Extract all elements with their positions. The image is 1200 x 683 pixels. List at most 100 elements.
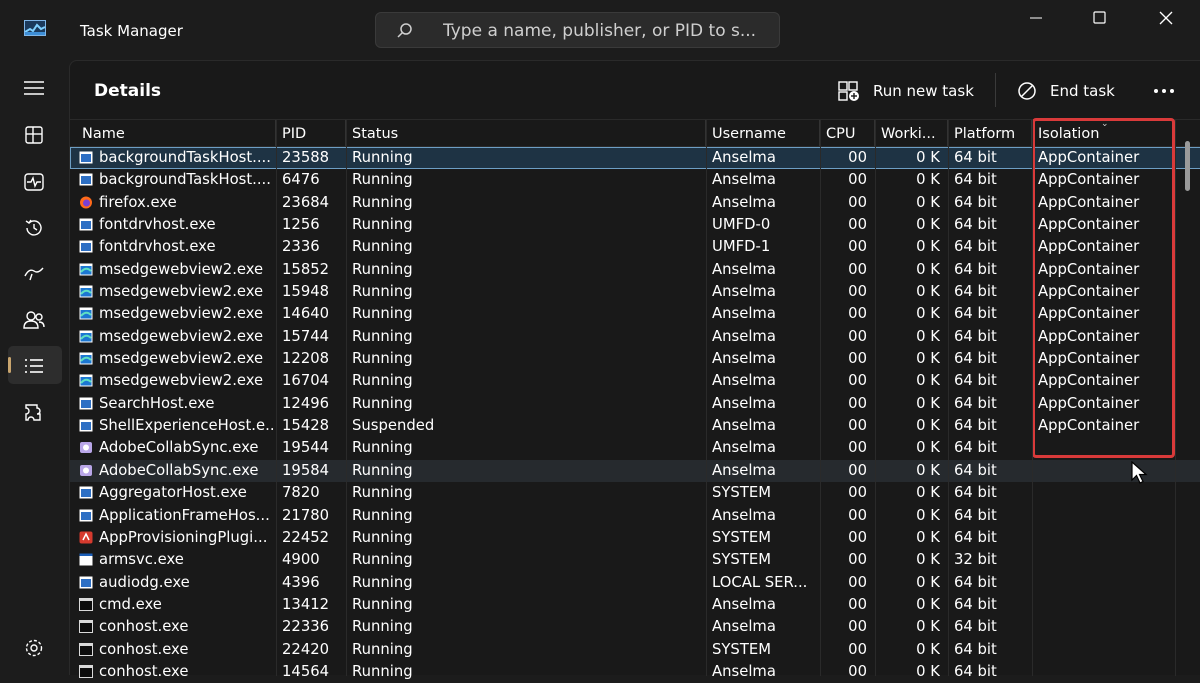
cell-mem: 0 K: [916, 260, 940, 278]
table-row[interactable]: backgroundTaskHost.... 23588 Running Anselm…: [70, 147, 1200, 170]
cell-platform: 64 bit: [954, 305, 997, 323]
cell-platform: 64 bit: [954, 573, 997, 591]
table-row[interactable]: msedgewebview2.exe 15852 Running Anselma 00 0…: [70, 259, 1200, 281]
nav-services[interactable]: [8, 393, 62, 431]
table-row[interactable]: AggregatorHost.exe 7820 Running SYSTEM 00 0 K…: [70, 482, 1200, 504]
cell-mem: 0 K: [916, 283, 940, 301]
table-row[interactable]: firefox.exe 23684 Running Anselma 00 0 K 64 bi…: [70, 192, 1200, 214]
cell-name: audiodg.exe: [99, 573, 190, 591]
search-input[interactable]: [441, 19, 775, 43]
column-header-platform[interactable]: Platform: [948, 120, 1032, 146]
column-header-user[interactable]: Username: [706, 120, 820, 146]
column-header-cpu[interactable]: CPU: [820, 120, 875, 146]
nav-processes[interactable]: [8, 115, 62, 153]
performance-icon: [24, 173, 44, 191]
cell-cpu: 00: [848, 461, 867, 479]
table-body: backgroundTaskHost.... 23588 Running Anselm…: [70, 147, 1200, 683]
cell-status: Running: [352, 595, 413, 613]
nav-startup-apps[interactable]: [8, 253, 62, 291]
console-process-icon: [79, 664, 93, 678]
cell-name: conhost.exe: [99, 640, 189, 658]
cell-status: Running: [352, 573, 413, 591]
cell-mem: 0 K: [916, 484, 940, 502]
maximize-button[interactable]: [1068, 0, 1132, 36]
table-row[interactable]: msedgewebview2.exe 15948 Running Anselma 00 0…: [70, 281, 1200, 303]
nav-details[interactable]: [8, 346, 62, 384]
cell-user: Anselma: [712, 283, 776, 301]
cell-cpu: 00: [848, 260, 867, 278]
cell-mem: 0 K: [916, 238, 940, 256]
column-divider: [706, 119, 707, 676]
table-row[interactable]: AdobeCollabSync.exe 19544 Running Anselma 00…: [70, 437, 1200, 459]
adobe-process-icon: [80, 464, 92, 476]
cell-mem: 0 K: [916, 528, 940, 546]
cell-name: msedgewebview2.exe: [99, 305, 264, 323]
cell-mem: 0 K: [916, 551, 940, 569]
table-row[interactable]: fontdrvhost.exe 2336 Running UMFD-1 00 0 K 64 …: [70, 236, 1200, 258]
table-row[interactable]: backgroundTaskHost.... 6476 Running Anselma…: [70, 169, 1200, 191]
table-row[interactable]: audiodg.exe 4396 Running LOCAL SER... 00 0 K 6…: [70, 572, 1200, 594]
cell-mem: 0 K: [916, 394, 940, 412]
cell-platform: 64 bit: [954, 528, 997, 546]
table-row[interactable]: msedgewebview2.exe 12208 Running Anselma 00 0…: [70, 348, 1200, 370]
edge-process-icon: [79, 352, 93, 365]
table-row[interactable]: ShellExperienceHost.e... 15428 Suspended An…: [70, 415, 1200, 437]
table-row[interactable]: fontdrvhost.exe 1256 Running UMFD-0 00 0 K 64 …: [70, 214, 1200, 236]
window-process-icon: [79, 151, 93, 164]
table-row[interactable]: conhost.exe 22336 Running Anselma 00 0 K 64 bi…: [70, 616, 1200, 638]
table-row[interactable]: armsvc.exe 4900 Running SYSTEM 00 0 K 32 bit: [70, 549, 1200, 571]
nav-app-history[interactable]: [8, 208, 62, 246]
cell-pid: 2336: [282, 238, 320, 256]
search-box[interactable]: [375, 12, 780, 48]
end-task-button[interactable]: End task: [1016, 77, 1115, 105]
cell-status: Running: [352, 640, 413, 658]
table-row[interactable]: conhost.exe 22420 Running SYSTEM 00 0 K 64 bit: [70, 639, 1200, 661]
cell-pid: 23588: [282, 149, 330, 166]
cell-platform: 64 bit: [954, 417, 997, 435]
table-row[interactable]: ApplicationFrameHos... 21780 Running Anselm…: [70, 505, 1200, 527]
cell-user: Anselma: [712, 394, 776, 412]
column-header-status[interactable]: Status: [346, 120, 706, 146]
cell-platform: 64 bit: [954, 662, 997, 680]
column-header-pid[interactable]: PID: [276, 120, 346, 146]
run-new-task-button[interactable]: Run new task: [837, 77, 974, 105]
cell-user: Anselma: [712, 595, 776, 613]
close-button[interactable]: [1134, 0, 1198, 36]
cell-cpu: 00: [848, 327, 867, 345]
table-row[interactable]: msedgewebview2.exe 14640 Running Anselma 00 0…: [70, 303, 1200, 325]
cell-user: UMFD-1: [712, 238, 771, 256]
edge-process-icon: [79, 263, 93, 276]
cell-user: SYSTEM: [712, 640, 771, 658]
table-row[interactable]: AppProvisioningPlugi... 22452 Running SYSTE…: [70, 527, 1200, 549]
column-header-name[interactable]: Name: [76, 120, 276, 146]
nav-settings[interactable]: [8, 628, 62, 666]
table-row[interactable]: cmd.exe 13412 Running Anselma 00 0 K 64 bit: [70, 594, 1200, 616]
close-icon: [1159, 11, 1173, 25]
table-row[interactable]: SearchHost.exe 12496 Running Anselma 00 0 K 64…: [70, 393, 1200, 415]
cell-name: firefox.exe: [99, 193, 177, 211]
cell-isolation: [1038, 639, 1173, 661]
cell-status: Running: [352, 327, 413, 345]
nav-users[interactable]: [8, 300, 62, 338]
cell-platform: 64 bit: [954, 484, 997, 502]
cell-mem: 0 K: [916, 618, 940, 636]
table-row[interactable]: msedgewebview2.exe 16704 Running Anselma 00 0…: [70, 370, 1200, 392]
edge-process-icon: [79, 330, 93, 343]
minimize-button[interactable]: [1004, 0, 1068, 36]
table-row[interactable]: msedgewebview2.exe 15744 Running Anselma 00 0…: [70, 326, 1200, 348]
console-process-icon: [79, 642, 93, 656]
hamburger-menu-button[interactable]: [8, 69, 62, 107]
cell-pid: 6476: [282, 171, 320, 189]
vertical-scrollbar[interactable]: [1185, 141, 1190, 191]
cell-user: UMFD-0: [712, 216, 771, 234]
cell-platform: 64 bit: [954, 506, 997, 524]
table-row[interactable]: conhost.exe 14564 Running Anselma 00 0 K 64 bi…: [70, 661, 1200, 683]
nav-performance[interactable]: [8, 162, 62, 200]
more-options-button[interactable]: [1150, 77, 1180, 105]
table-row[interactable]: AdobeCollabSync.exe 19584 Running Anselma 00…: [70, 459, 1200, 483]
column-header-mem[interactable]: Worki...: [875, 120, 948, 146]
column-divider: [1032, 119, 1033, 676]
window-process-icon: [79, 509, 93, 521]
cell-name: fontdrvhost.exe: [99, 238, 216, 256]
cell-name: msedgewebview2.exe: [99, 350, 264, 368]
